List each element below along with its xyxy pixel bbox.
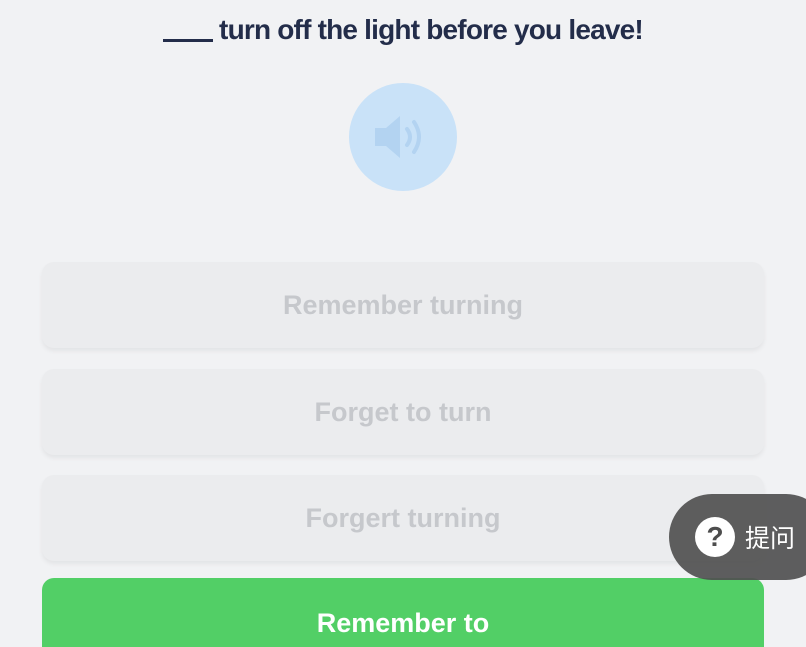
ask-question-button[interactable]: ? 提问: [669, 494, 806, 580]
option-forget-to-turn[interactable]: Forget to turn: [42, 369, 764, 455]
option-remember-to[interactable]: Remember to: [42, 578, 764, 647]
question-sentence: turn off the light before you leave!: [0, 14, 806, 46]
ask-question-label: 提问: [745, 524, 796, 553]
option-remember-turning[interactable]: Remember turning: [42, 262, 764, 348]
question-text: turn off the light before you leave!: [219, 14, 644, 45]
option-forgert-turning[interactable]: Forgert turning: [42, 475, 764, 561]
quiz-screen: turn off the light before you leave! Rem…: [0, 0, 806, 647]
speaker-icon: [375, 116, 421, 158]
question-icon: ?: [695, 517, 735, 557]
play-audio-button[interactable]: [349, 83, 457, 191]
answer-blank: [163, 39, 214, 42]
